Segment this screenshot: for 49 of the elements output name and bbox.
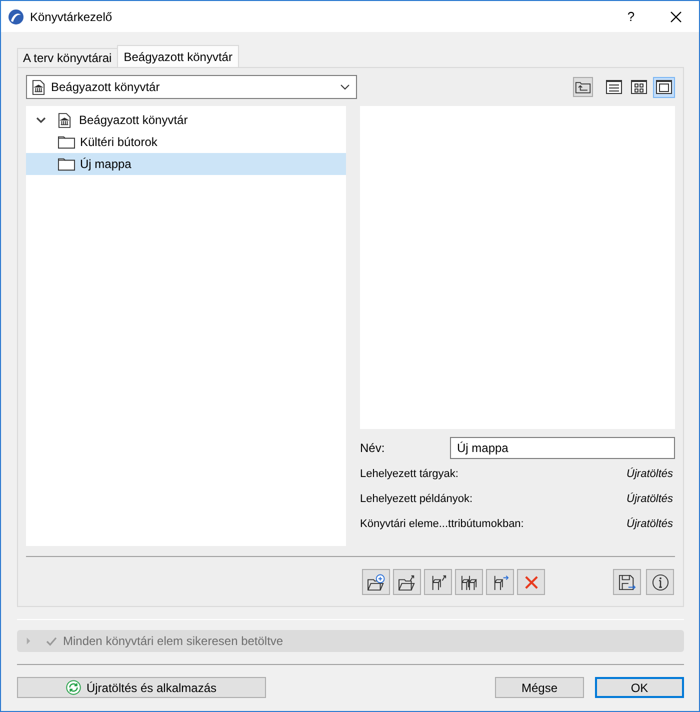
detail-label: Könyvtári eleme...ttribútumokban: <box>360 518 524 532</box>
expand-chevron-icon[interactable] <box>36 115 46 125</box>
detail-label: Lehelyezett tárgyak: <box>360 468 458 482</box>
info-icon <box>652 574 668 590</box>
folder-icon <box>58 135 75 149</box>
library-dropdown[interactable]: Beágyazott könyvtár <box>26 75 357 99</box>
library-file-icon <box>32 80 45 94</box>
status-message: Minden könyvtári elem sikeresen betöltve <box>63 634 284 648</box>
save-icon <box>618 574 636 590</box>
chevron-down-icon <box>340 84 350 90</box>
grid-view-icon <box>631 80 647 94</box>
reload-apply-button[interactable]: Újratöltés és alkalmazás <box>17 677 266 698</box>
tab[interactable]: A terv könyvtárai <box>17 48 118 67</box>
reload-link[interactable]: Újratöltés <box>626 493 673 509</box>
app-logo-icon <box>8 8 24 24</box>
detail-label: Lehelyezett példányok: <box>360 493 473 507</box>
reload-link[interactable]: Újratöltés <box>626 518 673 534</box>
tree-item[interactable]: Új mappa <box>26 153 346 175</box>
dialog-button[interactable]: OK <box>595 677 684 698</box>
check-icon <box>46 636 57 646</box>
info-button[interactable] <box>646 569 674 595</box>
tab[interactable]: Beágyazott könyvtár <box>116 45 240 67</box>
library-file-icon <box>58 112 71 128</box>
import-object-button[interactable] <box>424 569 452 595</box>
folder-icon <box>58 157 75 171</box>
import-folder-button[interactable] <box>393 569 421 595</box>
delete-icon <box>524 574 538 590</box>
tree-item[interactable]: Beágyazott könyvtár <box>26 109 346 131</box>
folder-up-button[interactable] <box>573 77 593 97</box>
save-button[interactable] <box>613 569 641 595</box>
help-button[interactable]: ? <box>609 1 653 32</box>
preview-view-button[interactable] <box>653 76 675 98</box>
dialog-button[interactable]: Mégse <box>495 677 584 698</box>
name-label: Név: <box>360 441 386 455</box>
folder-arrow-icon <box>398 574 416 590</box>
window-title: Könyvtárkezelő <box>30 10 112 24</box>
close-icon <box>670 10 682 22</box>
new-folder-button[interactable] <box>362 569 390 595</box>
name-field[interactable]: Új mappa <box>450 437 675 459</box>
tree-item[interactable]: Kültéri bútorok <box>26 131 346 153</box>
refresh-icon <box>66 680 82 695</box>
folder-up-icon <box>575 80 591 94</box>
list-view-icon <box>606 80 622 94</box>
folder-plus-icon <box>366 574 386 590</box>
objects-button[interactable] <box>455 569 483 595</box>
preview-view-icon <box>656 80 672 94</box>
export-object-button[interactable] <box>486 569 514 595</box>
chairs-icon <box>460 574 478 590</box>
reload-link[interactable]: Újratöltés <box>626 468 673 484</box>
